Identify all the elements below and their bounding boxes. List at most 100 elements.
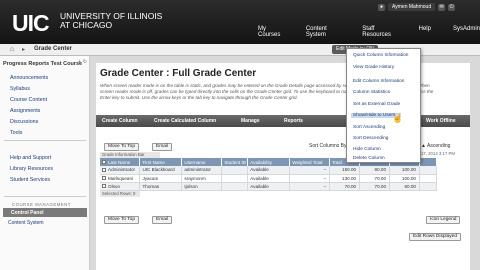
row-checkbox[interactable] — [102, 168, 106, 173]
sidebar-item-syllabus[interactable]: Syllabus — [10, 86, 30, 92]
menu-item-delete-column[interactable]: Delete Column — [353, 156, 385, 161]
sidebar-item-discussions[interactable]: Discussions — [10, 119, 38, 125]
course-management-heading: COURSE MANAGEMENT — [12, 202, 71, 207]
grade-cell[interactable]: 60.00 — [389, 182, 420, 191]
tab-help[interactable]: Help — [419, 26, 431, 38]
work-offline-button[interactable]: Work Offline — [426, 118, 456, 124]
grade-cell[interactable] — [419, 174, 438, 183]
grade-cell[interactable]: 100.00 — [389, 166, 420, 175]
row-checkbox[interactable] — [102, 176, 106, 181]
sidebar-item-course-content[interactable]: Course Content — [10, 97, 47, 103]
top-navigation: My Courses Content System Staff Resource… — [258, 26, 480, 38]
edit-rows-displayed-button[interactable]: Edit Rows Displayed — [409, 233, 461, 241]
column-header-availability[interactable]: Availability — [247, 158, 291, 166]
weighted-total-cell[interactable]: – — [289, 174, 331, 183]
sidebar-item-tools[interactable]: Tools — [10, 130, 22, 136]
student-id-cell[interactable] — [221, 182, 249, 191]
sidebar-item-assignments[interactable]: Assignments — [10, 108, 40, 114]
sidebar-item-help-and-support[interactable]: Help and Support — [10, 155, 51, 161]
sidebar-item-library-resources[interactable]: Library Resources — [10, 166, 53, 172]
availability-cell[interactable]: Available — [247, 182, 291, 191]
manage-menu-button[interactable]: Manage — [241, 118, 260, 124]
sidebar-item-content-system[interactable]: Content System — [8, 220, 44, 226]
email-button[interactable]: Email — [152, 143, 172, 151]
first-name-cell[interactable]: UIC Blackboard — [139, 166, 183, 175]
selected-rows-count: Selected Rows: 0 — [100, 191, 140, 197]
tab-sysadmin[interactable]: SysAdmin — [453, 26, 480, 38]
uic-logo[interactable]: UIC — [12, 10, 50, 37]
column-header-student-id[interactable]: Student ID — [221, 158, 249, 166]
sort-columns-by-label[interactable]: Sort Columns By: — [309, 143, 348, 149]
column-header-weighted-total[interactable]: Weighted Total — [289, 158, 331, 166]
first-name-cell[interactable]: Thomas — [139, 182, 183, 191]
grade-cell[interactable]: 70.00 — [359, 174, 391, 183]
logout-icon[interactable]: ⏻ — [448, 3, 456, 11]
row-checkbox[interactable] — [102, 184, 106, 189]
create-column-button[interactable]: Create Column — [102, 118, 138, 124]
grade-cell[interactable]: 70.00 — [359, 182, 391, 191]
control-panel-header[interactable]: Control Panel — [3, 208, 87, 217]
notifications-icon[interactable]: ✉ — [438, 3, 446, 11]
course-title[interactable]: Progress Reports Test Course — [3, 61, 87, 68]
total-cell[interactable]: 130.00 — [329, 174, 361, 183]
total-cell[interactable]: 150.00 — [329, 166, 361, 175]
grade-cell[interactable] — [419, 182, 438, 191]
sidebar-item-student-services[interactable]: Student Services — [10, 177, 50, 183]
availability-cell[interactable]: Available — [247, 174, 291, 183]
last-name-cell[interactable]: Olson — [100, 182, 141, 191]
column-context-menu: Quick Column Information View Grade Hist… — [346, 48, 421, 163]
university-name-line2: AT CHICAGO — [60, 20, 113, 30]
username-cell[interactable]: tjolson — [181, 182, 223, 191]
column-header-username[interactable]: Username — [181, 158, 223, 166]
create-calculated-column-button[interactable]: Create Calculated Column — [154, 118, 216, 124]
menu-item-edit-column-information[interactable]: Edit Column Information — [353, 79, 404, 84]
student-id-cell[interactable] — [221, 166, 249, 175]
weighted-total-cell[interactable]: – — [289, 166, 331, 175]
student-id-cell[interactable] — [221, 174, 249, 183]
tab-my-courses[interactable]: My Courses — [258, 26, 284, 38]
grade-cell[interactable] — [419, 166, 438, 175]
column-header-last-name[interactable]: Last Name — [100, 158, 141, 166]
column-header-grade[interactable] — [419, 158, 438, 166]
breadcrumb-arrow-icon: ▸ — [22, 47, 26, 53]
menu-item-column-statistics[interactable]: Column Statistics — [353, 90, 390, 95]
sidebar-item-announcements[interactable]: Announcements — [10, 75, 48, 81]
move-to-top-button[interactable]: Move To Top — [104, 143, 140, 151]
column-header-first-name[interactable]: First Name — [139, 158, 183, 166]
course-menu: Progress Reports Test Course + ↻ Announc… — [0, 56, 90, 270]
last-name-cell[interactable]: Administrator — [100, 166, 141, 175]
home-icon[interactable]: ⌂ — [10, 46, 14, 53]
menu-item-hide-column[interactable]: Hide Column — [353, 147, 381, 152]
menu-item-quick-column-information[interactable]: Quick Column Information — [353, 53, 408, 58]
menu-item-view-grade-history[interactable]: View Grade History — [353, 65, 394, 70]
grade-cell[interactable]: 80.00 — [359, 166, 391, 175]
tab-content-system[interactable]: Content System — [306, 26, 340, 38]
weighted-total-cell[interactable]: – — [289, 182, 331, 191]
move-to-top-button-bottom[interactable]: Move To Top — [104, 216, 140, 224]
icon-legend-button[interactable]: Icon Legend — [426, 216, 461, 224]
table-row: Administrator UIC Blackboard administrat… — [100, 166, 438, 175]
username-cell[interactable]: sraymonm — [181, 174, 223, 183]
add-menu-item-icon[interactable]: + — [78, 59, 81, 65]
refresh-icon[interactable]: ↻ — [83, 59, 87, 65]
tab-staff-resources[interactable]: Staff Resources — [362, 26, 396, 38]
reports-menu-button[interactable]: Reports — [284, 118, 303, 124]
last-saved-timestamp: 17, 2014 3:17 PM — [421, 151, 455, 156]
email-button-bottom[interactable]: Email — [152, 216, 172, 224]
last-name-cell[interactable]: Marlsqueani — [100, 174, 141, 183]
table-row: Olson Thomas tjolson Available – 70.00 7… — [100, 182, 438, 191]
grade-cell[interactable]: 100.00 — [389, 174, 420, 183]
first-name-cell[interactable]: Jyacam — [139, 174, 183, 183]
cell-text: Administrator — [108, 167, 136, 173]
availability-cell[interactable]: Available — [247, 166, 291, 175]
sort-order-toggle[interactable]: ▲ Ascending — [421, 143, 450, 149]
total-cell[interactable]: 70.00 — [329, 182, 361, 191]
username-cell[interactable]: administrator — [181, 166, 223, 175]
menu-item-sort-ascending[interactable]: Sort Ascending — [353, 125, 385, 130]
user-name[interactable]: Aymen Mahmoud — [388, 3, 436, 11]
menu-item-sort-descending[interactable]: Sort Descending — [353, 136, 388, 141]
university-name: UNIVERSITY OF ILLINOIS AT CHICAGO — [60, 12, 162, 30]
select-all-checkbox[interactable] — [102, 160, 106, 165]
top-header-bar: UIC UNIVERSITY OF ILLINOIS AT CHICAGO ● … — [0, 0, 480, 44]
menu-item-set-as-external-grade[interactable]: Set as External Grade — [353, 102, 400, 107]
